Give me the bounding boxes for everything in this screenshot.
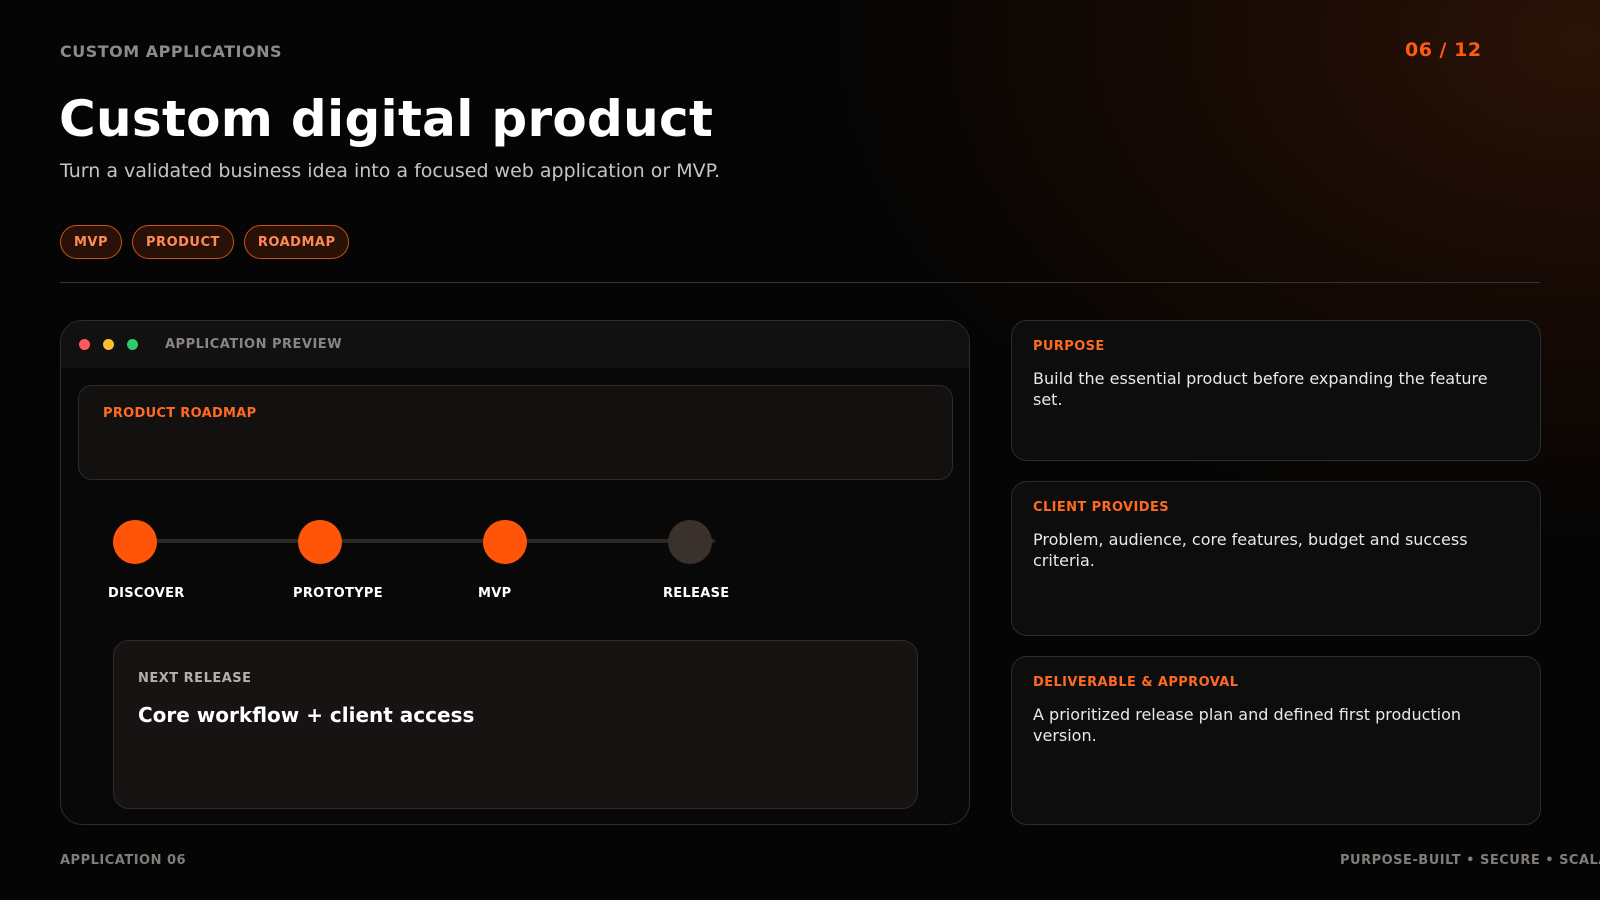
step-discover-label: DISCOVER <box>108 586 185 601</box>
footer-tagline-text: PURPOSE-BUILT • SECURE • SCALABLE <box>1340 853 1600 868</box>
step-mvp-marker[interactable] <box>483 520 527 564</box>
step-discover-marker[interactable] <box>113 520 157 564</box>
deliverable-label: DELIVERABLE & APPROVAL <box>1033 675 1239 690</box>
next-release-value: Core workflow + client access <box>138 703 475 727</box>
footer-application-number: APPLICATION 06 <box>60 853 187 868</box>
step-prototype-marker[interactable] <box>298 520 342 564</box>
slide-counter: 06 / 12 <box>1405 39 1482 61</box>
page-subtitle: Turn a validated business idea into a fo… <box>60 160 721 182</box>
client-provides-label: CLIENT PROVIDES <box>1033 500 1169 515</box>
deliverable-text: A prioritized release plan and defined f… <box>1033 705 1462 745</box>
client-provides-card: CLIENT PROVIDES Problem, audience, core … <box>1011 481 1541 636</box>
tag-roadmap: ROADMAP <box>243 225 350 259</box>
page-title: Custom digital product <box>59 90 714 148</box>
tag-mvp: MVP <box>60 225 123 259</box>
client-provides-text: Problem, audience, core features, budget… <box>1033 530 1468 570</box>
application-preview-window: APPLICATION PREVIEW PRODUCT ROADMAP DISC… <box>60 320 970 825</box>
step-release-label: RELEASE <box>663 586 730 601</box>
next-release-label: NEXT RELEASE <box>138 671 252 686</box>
section-eyebrow: CUSTOM APPLICATIONS <box>60 42 283 61</box>
tag-product: PRODUCT <box>132 225 234 259</box>
step-mvp-label: MVP <box>478 586 512 601</box>
next-release-card: NEXT RELEASE Core workflow + client acce… <box>113 640 918 809</box>
purpose-text: Build the essential product before expan… <box>1033 369 1488 409</box>
step-release-marker[interactable] <box>668 520 712 564</box>
footer-tagline: PURPOSE-BUILT • SECURE • SCALABLE <box>1340 853 1600 868</box>
purpose-card: PURPOSE Build the essential product befo… <box>1011 320 1541 461</box>
tag-list: MVP PRODUCT ROADMAP <box>60 225 350 259</box>
step-prototype-label: PROTOTYPE <box>293 586 383 601</box>
purpose-label: PURPOSE <box>1033 339 1105 354</box>
header-divider <box>60 282 1540 283</box>
deliverable-card: DELIVERABLE & APPROVAL A prioritized rel… <box>1011 656 1541 825</box>
